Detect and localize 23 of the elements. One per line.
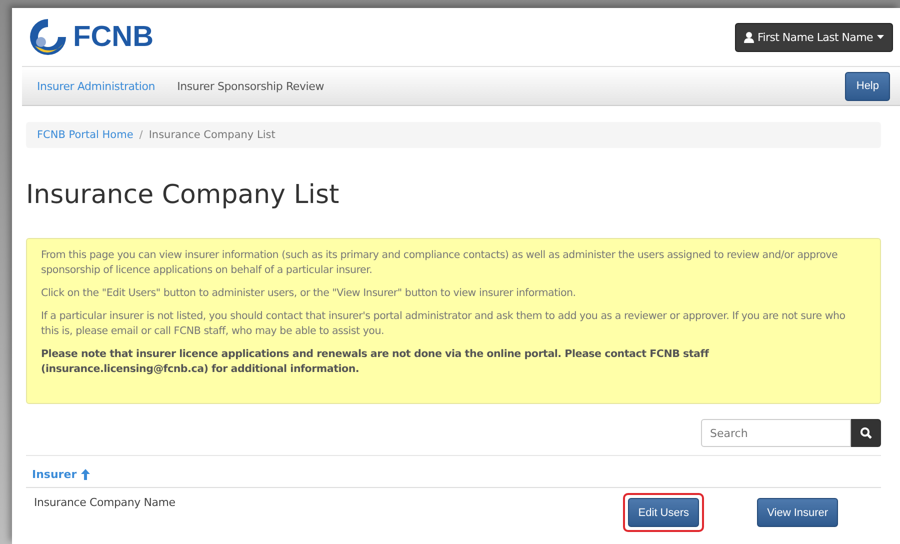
search-icon	[860, 427, 872, 439]
nav-link[interactable]: Insurer Administration	[37, 80, 156, 92]
breadcrumb-current: Insurance Company List	[148, 129, 276, 141]
column-header[interactable]: Insurer	[32, 468, 77, 481]
notice-paragraph: If a particular insurer is not listed, you should contact that insurer's portal administrator and ask them to add you as a reviewer or approver. If you are not sure who this is, please email or call FCNB staff, who may be able to assist you.	[41, 309, 846, 339]
nav-link[interactable]: Insurer Sponsorship Review	[177, 80, 324, 92]
search-field[interactable]: Search	[701, 419, 851, 447]
logo-icon	[27, 16, 69, 58]
row-action-button[interactable]: Edit Users	[628, 498, 700, 527]
user-icon	[744, 32, 754, 42]
breadcrumb-link[interactable]: FCNB Portal Home	[37, 129, 134, 141]
help-button[interactable]: Help	[845, 72, 890, 100]
notice-paragraph: Click on the "Edit Users" button to administer users, or the "View Insurer" button to view insurer information.	[41, 286, 577, 301]
user-menu-button[interactable]: First Name Last Name	[734, 22, 893, 52]
row-action-button[interactable]: View Insurer	[757, 498, 838, 527]
caret-icon	[877, 35, 884, 39]
notice-paragraph: From this page you can view insurer information (such as its primary and compliance contacts) as well as administer the users assigned to review and/or approve sponsorship of licence applications on behalf of a particular insurer.	[41, 248, 839, 278]
notice-paragraph: Please note that insurer licence applications and renewals are not done via the online portal. Please contact FCNB staff (insurance.licensing@fcnb.ca) for additional information.	[41, 347, 710, 377]
breadcrumb-separator: /	[139, 129, 143, 141]
search-button[interactable]	[851, 419, 881, 447]
logo-text: FCNB	[73, 20, 154, 54]
page-heading: Insurance Company List	[26, 180, 340, 210]
table-cell-text: Insurance Company Name	[34, 495, 176, 509]
